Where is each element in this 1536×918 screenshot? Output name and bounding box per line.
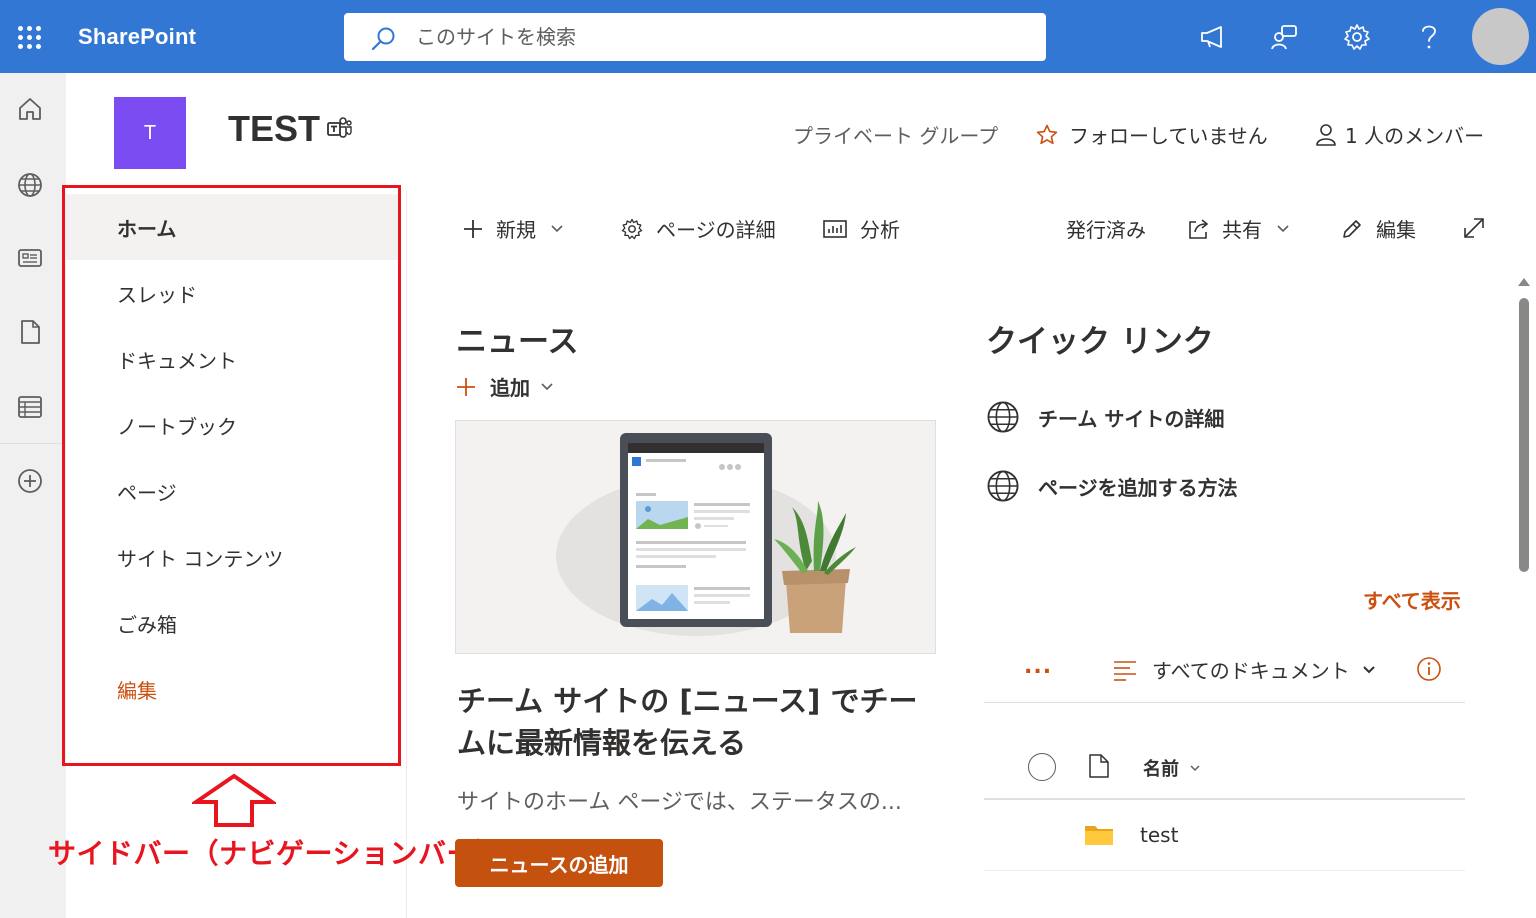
plus-icon (464, 219, 482, 238)
more-options-button[interactable]: ... (1024, 654, 1052, 679)
table-row-name[interactable]: test (1140, 823, 1178, 847)
members-button[interactable]: 1 人のメンバー (1315, 120, 1484, 149)
search-icon (371, 27, 395, 51)
teams-icon[interactable] (326, 116, 352, 142)
follow-label: フォローしていません (1069, 124, 1268, 148)
list-icon[interactable] (16, 393, 44, 421)
app-bar (0, 73, 66, 918)
sharepoint-page: SharePoint このサイトを検索 T TEST プライベート グループ フ… (0, 0, 1536, 918)
divider (984, 870, 1465, 871)
view-label: すべてのドキュメント (1152, 659, 1350, 683)
search-input[interactable] (416, 21, 1016, 53)
see-all-link[interactable]: すべて表示 (1363, 585, 1461, 614)
star-icon (1036, 124, 1058, 144)
avatar[interactable] (1472, 8, 1529, 65)
annotation-arrow-icon (192, 773, 276, 827)
quick-links-title: クイック リンク (986, 324, 1214, 360)
help-icon[interactable] (1414, 22, 1444, 52)
scroll-up-arrow-icon[interactable] (1517, 276, 1531, 288)
chevron-down-icon (1363, 665, 1375, 673)
new-label: 新規 (496, 218, 536, 242)
publish-status: 発行済み (1066, 218, 1146, 242)
left-nav-divider (406, 190, 407, 918)
chat-icon[interactable] (1270, 22, 1300, 52)
view-selector[interactable]: すべてのドキュメント (1112, 655, 1376, 684)
folder-icon (1085, 826, 1113, 845)
chevron-down-icon (541, 382, 553, 390)
app-bar-divider (0, 443, 66, 444)
gear-icon[interactable] (1342, 22, 1372, 52)
quick-link-label: チーム サイトの詳細 (1038, 406, 1225, 431)
person-icon (1316, 123, 1336, 146)
privacy-label: プライベート グループ (793, 124, 999, 148)
plus-icon (457, 377, 475, 396)
divider (984, 702, 1465, 703)
members-label: 1 人のメンバー (1345, 124, 1485, 148)
chevron-down-icon (1190, 765, 1200, 772)
site-logo[interactable]: T (114, 97, 186, 169)
page-details-label: ページの詳細 (656, 218, 776, 242)
add-news-button[interactable]: ニュースの追加 (455, 839, 663, 887)
globe-icon[interactable] (16, 171, 44, 199)
news-illustration[interactable] (455, 420, 936, 654)
follow-button[interactable]: フォローしていません (1035, 120, 1268, 149)
brand-name[interactable]: SharePoint (78, 24, 196, 50)
view-lines-icon (1114, 660, 1136, 681)
edit-label: 編集 (1376, 218, 1416, 242)
divider (984, 798, 1465, 800)
analytics-button[interactable]: 分析 (822, 214, 900, 243)
name-column-label: 名前 (1143, 759, 1179, 780)
news-description: サイトのホーム ページでは、ステータスの... (457, 790, 902, 815)
quick-link-label: ページを追加する方法 (1038, 475, 1238, 500)
suite-bar: SharePoint (0, 0, 1536, 73)
news-headline[interactable]: チーム サイトの [ニュース] でチームに最新情報を伝える (457, 680, 935, 764)
create-icon[interactable] (16, 467, 44, 495)
name-column-header[interactable]: 名前 (1143, 755, 1201, 781)
pencil-icon (1343, 219, 1361, 238)
globe-icon (987, 401, 1019, 433)
chevron-down-icon (551, 224, 563, 232)
globe-icon (987, 470, 1019, 502)
page-details-button[interactable]: ページの詳細 (620, 214, 776, 243)
select-all-radio[interactable] (1028, 753, 1056, 781)
analytics-icon (823, 219, 847, 238)
quick-link-add-page[interactable]: ページを追加する方法 (986, 469, 1238, 503)
megaphone-icon[interactable] (1198, 22, 1228, 52)
news-add-label: 追加 (490, 376, 530, 400)
share-button[interactable]: 共有 (1186, 214, 1290, 243)
scrollbar-thumb[interactable] (1519, 298, 1529, 572)
share-icon (1189, 218, 1209, 239)
info-icon[interactable] (1416, 656, 1442, 682)
news-icon[interactable] (16, 244, 44, 272)
annotation-frame (62, 185, 401, 766)
news-add-button[interactable]: 追加 (456, 372, 554, 401)
site-title[interactable]: TEST (228, 108, 320, 150)
search-box[interactable] (344, 13, 1046, 61)
tablet-plant-illustration (556, 433, 856, 636)
home-icon[interactable] (16, 95, 44, 123)
file-type-icon (1089, 754, 1109, 778)
expand-icon[interactable] (1462, 216, 1486, 240)
chevron-down-icon (1277, 224, 1289, 232)
edit-button[interactable]: 編集 (1340, 214, 1416, 243)
gear-icon (621, 218, 643, 239)
news-title: ニュース (456, 324, 579, 360)
annotation-label: サイドバー（ナビゲーションバー） (48, 837, 504, 870)
document-icon[interactable] (16, 318, 44, 346)
share-label: 共有 (1222, 218, 1262, 242)
new-button[interactable]: 新規 (462, 214, 564, 243)
analytics-label: 分析 (860, 218, 900, 242)
waffle-icon[interactable] (18, 26, 42, 50)
quick-link-team-site[interactable]: チーム サイトの詳細 (986, 400, 1224, 434)
